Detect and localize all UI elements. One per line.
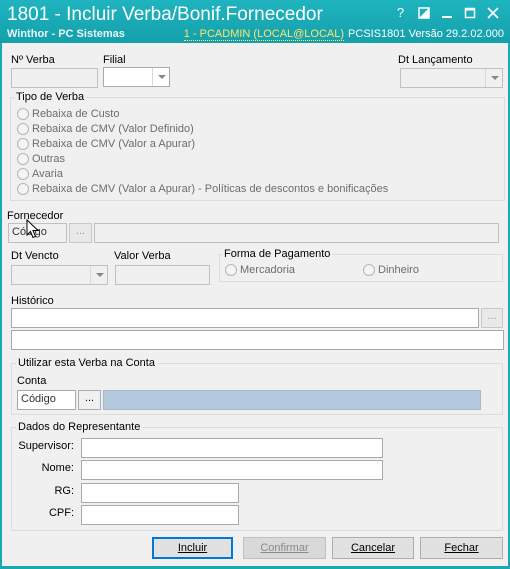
mouse-cursor-icon	[26, 219, 40, 239]
valor-verba-field	[115, 265, 210, 285]
radio-label: Dinheiro	[378, 264, 419, 276]
num-verba-field	[11, 68, 98, 88]
radio-button[interactable]	[17, 108, 29, 120]
session-info: 1 - PCADMIN (LOCAL@LOCAL) PCSIS1801 Versã…	[183, 28, 504, 41]
filial-select[interactable]	[103, 67, 170, 87]
form-body: Nº Verba Filial Dt Lançamento Tipo de Ve…	[2, 43, 508, 566]
radio-label: Rebaixa de Custo	[32, 108, 120, 120]
help-button[interactable]: ?	[389, 4, 412, 22]
fechar-button[interactable]: Fechar	[420, 537, 503, 559]
forma-pagamento-title: Forma de Pagamento	[222, 248, 333, 260]
dt-lancamento-select	[400, 68, 503, 88]
historico-label: Histórico	[11, 295, 54, 307]
cancelar-label: Cancelar	[350, 542, 396, 554]
nome-label: Nome:	[41, 462, 74, 474]
conta-lookup-button[interactable]: ...	[78, 390, 101, 410]
incluir-label: Incluir	[177, 542, 208, 554]
close-button[interactable]	[481, 4, 504, 22]
confirmar-button: Confirmar	[243, 537, 326, 559]
logged-user: 1 - PCADMIN (LOCAL@LOCAL)	[183, 28, 345, 41]
cpf-label: CPF:	[48, 507, 74, 519]
radio-button[interactable]	[363, 264, 375, 276]
radio-button[interactable]	[17, 138, 29, 150]
maximize-icon	[464, 7, 475, 19]
radio-label: Avaria	[32, 168, 63, 180]
radio-label: Rebaixa de CMV (Valor Definido)	[32, 123, 194, 135]
dt-vencto-select	[11, 265, 108, 285]
historico-field-1[interactable]	[11, 308, 479, 328]
radio-rebaixa-cmv-apurar[interactable]: Rebaixa de CMV (Valor a Apurar)	[17, 138, 195, 150]
window-controls: ?	[389, 4, 504, 22]
radio-dinheiro[interactable]: Dinheiro	[363, 264, 419, 276]
application-window: 1801 - Incluir Verba/Bonif.Fornecedor Wi…	[0, 0, 510, 569]
chevron-down-icon	[152, 68, 169, 86]
minimize-icon	[441, 16, 452, 18]
conta-codigo-field[interactable]: Código	[17, 390, 76, 410]
radio-mercadoria[interactable]: Mercadoria	[225, 264, 295, 276]
radio-label: Mercadoria	[240, 264, 296, 276]
chevron-down-icon	[90, 266, 107, 284]
supervisor-label: Supervisor:	[18, 440, 74, 452]
historico-lookup-button: ...	[481, 308, 503, 328]
cancelar-button[interactable]: Cancelar	[332, 537, 414, 559]
radio-avaria[interactable]: Avaria	[17, 168, 63, 180]
nome-field[interactable]	[81, 460, 383, 480]
radio-button[interactable]	[17, 123, 29, 135]
radio-label: Outras	[32, 153, 66, 165]
radio-button[interactable]	[225, 264, 237, 276]
rg-field[interactable]	[81, 483, 239, 503]
num-verba-label: Nº Verba	[11, 54, 55, 66]
dt-vencto-label: Dt Vencto	[11, 250, 59, 262]
conta-descricao-field	[103, 390, 481, 410]
conta-group-title: Utilizar esta Verba na Conta	[16, 357, 157, 369]
valor-verba-label: Valor Verba	[114, 250, 171, 262]
radio-outras[interactable]: Outras	[17, 153, 65, 165]
radio-rebaixa-cmv-politicas[interactable]: Rebaixa de CMV (Valor a Apurar) - Políti…	[17, 183, 388, 195]
radio-button[interactable]	[17, 168, 29, 180]
maximize-button[interactable]	[458, 4, 481, 22]
window-title: 1801 - Incluir Verba/Bonif.Fornecedor	[7, 4, 323, 25]
title-bar[interactable]: 1801 - Incluir Verba/Bonif.Fornecedor Wi…	[0, 0, 510, 43]
radio-label: Rebaixa de CMV (Valor a Apurar) - Políti…	[32, 183, 389, 195]
confirmar-label: Confirmar	[260, 542, 309, 554]
chevron-down-icon	[485, 69, 502, 87]
radio-rebaixa-custo[interactable]: Rebaixa de Custo	[17, 108, 119, 120]
representante-group-title: Dados do Representante	[16, 421, 143, 433]
conta-label: Conta	[17, 375, 47, 387]
historico-field-2[interactable]	[11, 330, 504, 350]
fechar-label: Fechar	[444, 542, 479, 554]
minimize-button[interactable]	[435, 4, 458, 22]
radio-rebaixa-cmv-definido[interactable]: Rebaixa de CMV (Valor Definido)	[17, 123, 194, 135]
incluir-button[interactable]: Incluir	[152, 537, 233, 559]
routine-version: PCSIS1801 Versão 29.2.02.000	[348, 28, 504, 40]
close-icon	[486, 7, 499, 19]
tipo-verba-title: Tipo de Verba	[14, 91, 87, 103]
restore-icon-button[interactable]	[412, 4, 435, 22]
filial-label: Filial	[103, 54, 126, 66]
window-subtitle: Winthor - PC Sistemas	[7, 28, 125, 40]
fornecedor-lookup-button: ...	[69, 223, 92, 243]
radio-label: Rebaixa de CMV (Valor a Apurar)	[32, 138, 196, 150]
rg-label: RG:	[54, 485, 74, 497]
supervisor-field[interactable]	[81, 438, 383, 458]
fornecedor-nome-field	[94, 223, 499, 243]
radio-button[interactable]	[17, 153, 29, 165]
dt-lancamento-label: Dt Lançamento	[398, 54, 473, 66]
radio-button[interactable]	[17, 183, 29, 195]
cpf-field[interactable]	[81, 505, 239, 525]
layout-icon	[417, 7, 430, 19]
